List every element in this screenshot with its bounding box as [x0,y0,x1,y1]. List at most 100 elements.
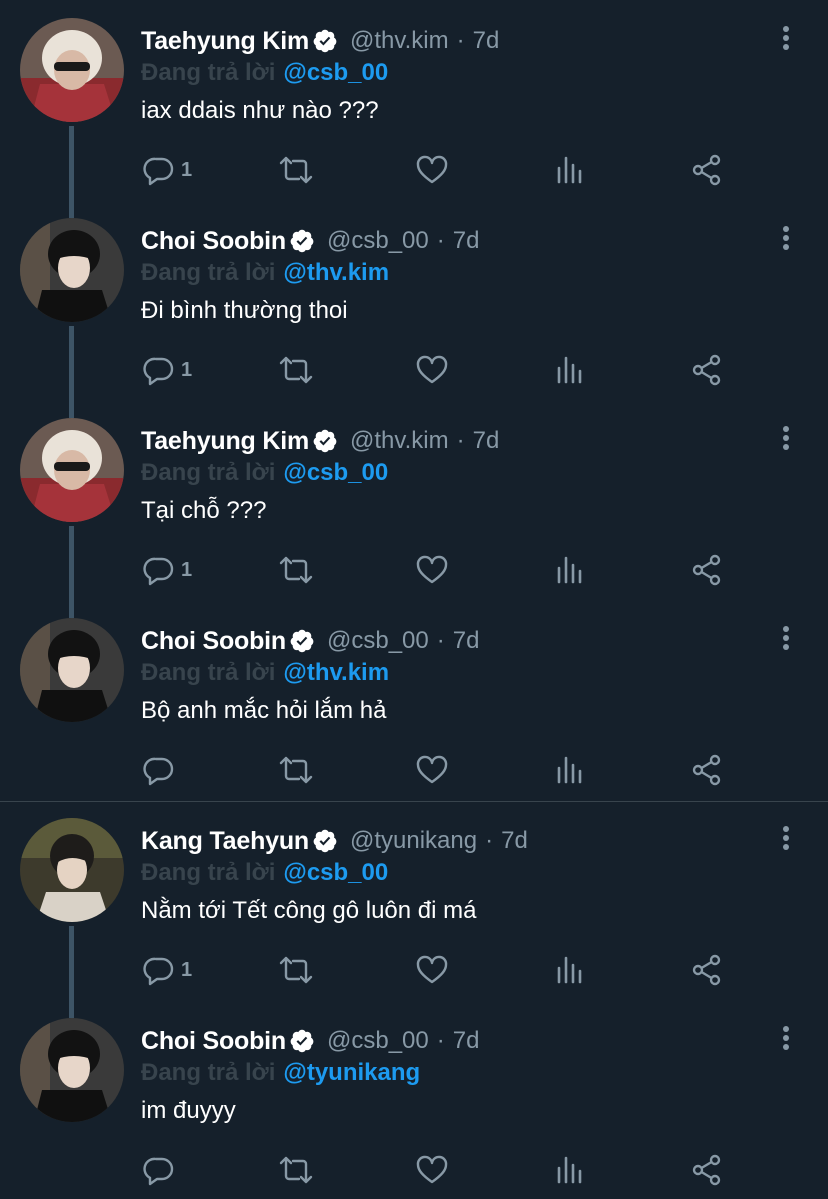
replying-to: Đang trả lời @csb_00 [141,57,388,89]
mention-link[interactable]: @csb_00 [283,59,388,87]
analytics-button[interactable] [555,750,587,790]
reply-button[interactable]: 1 [143,550,192,590]
display-name[interactable]: Choi Soobin [141,1027,286,1056]
verified-badge-icon [312,828,338,854]
like-button[interactable] [415,550,449,590]
display-name[interactable]: Choi Soobin [141,227,286,256]
reply-button[interactable] [143,750,181,790]
share-button[interactable] [691,150,723,190]
heart-icon [416,155,448,184]
handle[interactable]: @thv.kim [350,427,449,455]
replying-to: Đang trả lời @csb_00 [141,857,388,889]
display-name[interactable]: Choi Soobin [141,627,286,656]
mention-link[interactable]: @csb_00 [283,459,388,487]
reply-count: 1 [181,558,193,581]
avatar[interactable] [20,818,124,922]
timestamp[interactable]: 7d [473,27,500,55]
analytics-button[interactable] [555,150,587,190]
analytics-button[interactable] [555,350,587,390]
share-button[interactable] [691,350,723,390]
tweet-actions [141,1150,741,1190]
retweet-button[interactable] [278,750,314,790]
share-button[interactable] [691,750,723,790]
avatar[interactable] [20,218,124,322]
timestamp[interactable]: 7d [453,1027,480,1055]
tweet[interactable]: Choi Soobin @csb_00 · 7d Đang trả lời @t… [0,200,828,418]
tweet[interactable]: Kang Taehyun @tyunikang · 7d Đang trả lờ… [0,800,828,1018]
separator-dot: · [456,427,465,454]
avatar[interactable] [20,618,124,722]
like-button[interactable] [415,1150,449,1190]
tweet-header: Choi Soobin @csb_00 · 7d [141,624,479,658]
retweet-button[interactable] [278,150,314,190]
more-options-icon[interactable] [772,422,800,454]
replying-to: Đang trả lời @thv.kim [141,257,389,289]
replying-label: Đang trả lời [141,59,276,86]
more-options-icon[interactable] [772,822,800,854]
like-button[interactable] [415,950,449,990]
tweet[interactable]: Taehyung Kim @thv.kim · 7d Đang trả lời … [0,400,828,618]
retweet-icon [279,1156,313,1184]
share-icon [692,554,721,586]
more-options-icon[interactable] [772,1022,800,1054]
verified-badge-icon [289,228,315,254]
replying-label: Đang trả lời [141,659,276,686]
analytics-button[interactable] [555,550,587,590]
avatar[interactable] [20,18,124,122]
retweet-button[interactable] [278,1150,314,1190]
like-button[interactable] [415,350,449,390]
avatar[interactable] [20,1018,124,1122]
reply-icon [143,957,174,986]
tweet[interactable]: Choi Soobin @csb_00 · 7d Đang trả lời @t… [0,1000,828,1199]
verified-badge-icon [289,628,315,654]
verified-badge-icon [312,428,338,454]
retweet-icon [279,756,313,784]
more-options-icon[interactable] [772,622,800,654]
mention-link[interactable]: @csb_00 [283,859,388,887]
share-button[interactable] [691,950,723,990]
analytics-button[interactable] [555,950,587,990]
handle[interactable]: @thv.kim [350,27,449,55]
handle[interactable]: @csb_00 [327,227,429,255]
analytics-button[interactable] [555,1150,587,1190]
display-name[interactable]: Taehyung Kim [141,27,309,56]
more-options-icon[interactable] [772,222,800,254]
reply-button[interactable]: 1 [143,350,192,390]
retweet-button[interactable] [278,550,314,590]
reply-icon [143,757,174,786]
reply-thread: Taehyung Kim @thv.kim · 7d Đang trả lời … [0,0,828,1199]
retweet-button[interactable] [278,950,314,990]
analytics-icon [557,956,582,984]
timestamp[interactable]: 7d [501,827,528,855]
tweet[interactable]: Taehyung Kim @thv.kim · 7d Đang trả lời … [0,0,828,218]
mention-link[interactable]: @thv.kim [283,259,389,287]
timestamp[interactable]: 7d [453,627,480,655]
display-name[interactable]: Kang Taehyun [141,827,309,856]
reply-button[interactable] [143,1150,181,1190]
handle[interactable]: @tyunikang [350,827,477,855]
mention-link[interactable]: @thv.kim [283,659,389,687]
timestamp[interactable]: 7d [473,427,500,455]
retweet-button[interactable] [278,350,314,390]
handle[interactable]: @csb_00 [327,1027,429,1055]
reply-icon [143,357,174,386]
heart-icon [416,355,448,384]
handle[interactable]: @csb_00 [327,627,429,655]
share-button[interactable] [691,1150,723,1190]
mention-link[interactable]: @tyunikang [283,1059,420,1087]
display-name[interactable]: Taehyung Kim [141,427,309,456]
reply-count: 1 [181,958,193,981]
reply-button[interactable]: 1 [143,150,192,190]
tweet-header: Choi Soobin @csb_00 · 7d [141,1024,479,1058]
tweet-actions: 1 [141,950,741,990]
retweet-icon [279,956,313,984]
tweet[interactable]: Choi Soobin @csb_00 · 7d Đang trả lời @t… [0,600,828,800]
tweet-header: Taehyung Kim @thv.kim · 7d [141,24,499,58]
more-options-icon[interactable] [772,22,800,54]
like-button[interactable] [415,750,449,790]
timestamp[interactable]: 7d [453,227,480,255]
like-button[interactable] [415,150,449,190]
avatar[interactable] [20,418,124,522]
share-button[interactable] [691,550,723,590]
reply-button[interactable]: 1 [143,950,192,990]
